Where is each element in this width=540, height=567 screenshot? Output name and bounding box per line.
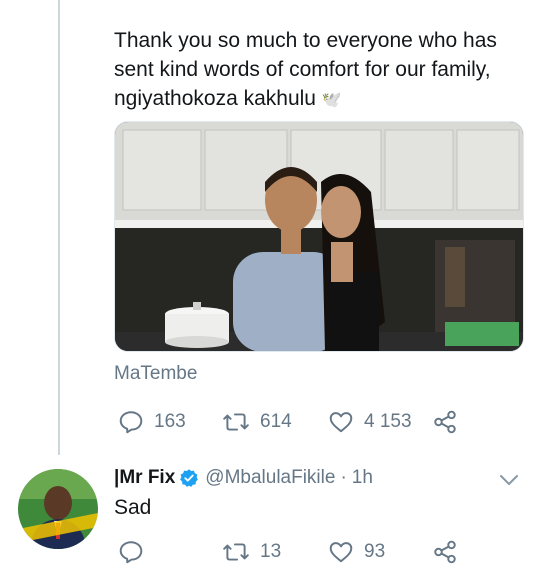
reply-header: |Mr Fix @MbalulaFikile · 1h <box>114 467 373 489</box>
share-icon <box>434 540 456 564</box>
share-action[interactable] <box>432 407 458 437</box>
tweet-text: Thank you so much to everyone who has se… <box>114 26 524 114</box>
reply-bubble-icon <box>119 541 143 564</box>
reply-like-action[interactable]: 93 <box>328 537 385 567</box>
reply-action[interactable]: 163 <box>118 407 186 437</box>
like-action[interactable]: 4 153 <box>328 407 412 437</box>
reply-text: Sad <box>114 496 152 519</box>
reply-reply-action[interactable] <box>118 537 154 567</box>
thread-connector-line <box>58 0 60 455</box>
reply-like-count: 93 <box>364 541 386 562</box>
kitchen-photo-illustration <box>115 122 523 351</box>
retweet-icon <box>223 543 249 561</box>
reply-retweet-count: 13 <box>260 541 282 562</box>
retweet-action[interactable]: 614 <box>222 407 292 437</box>
tweet-text-body: Thank you so much to everyone who has se… <box>114 29 497 110</box>
avatar-image <box>18 469 98 549</box>
retweet-count: 614 <box>260 411 292 432</box>
reply-author-name[interactable]: |Mr Fix <box>114 467 175 489</box>
tweet-photo[interactable] <box>114 121 524 352</box>
reply-retweet-action[interactable]: 13 <box>222 537 281 567</box>
chevron-down-icon <box>500 475 518 485</box>
tweet-menu-button[interactable] <box>498 472 520 493</box>
reply-separator: · <box>340 467 347 488</box>
heart-icon <box>329 412 353 433</box>
verified-badge-icon <box>180 469 199 487</box>
reply-bubble-icon <box>119 411 143 434</box>
heart-icon <box>329 542 353 563</box>
reply-author-handle[interactable]: @MbalulaFikile <box>205 467 335 489</box>
reply-share-action[interactable] <box>432 537 458 567</box>
dove-emoji: 🕊️ <box>321 90 342 109</box>
reply-count: 163 <box>154 411 186 432</box>
tweet-actions: 163 614 4 153 <box>114 407 514 437</box>
retweet-icon <box>223 413 249 431</box>
reply-timestamp[interactable]: 1h <box>352 467 373 489</box>
share-icon <box>434 410 456 434</box>
media-caption: MaTembe <box>114 363 198 384</box>
reply-avatar[interactable] <box>18 469 98 549</box>
like-count: 4 153 <box>364 411 412 432</box>
reply-actions: 13 93 <box>114 537 514 567</box>
